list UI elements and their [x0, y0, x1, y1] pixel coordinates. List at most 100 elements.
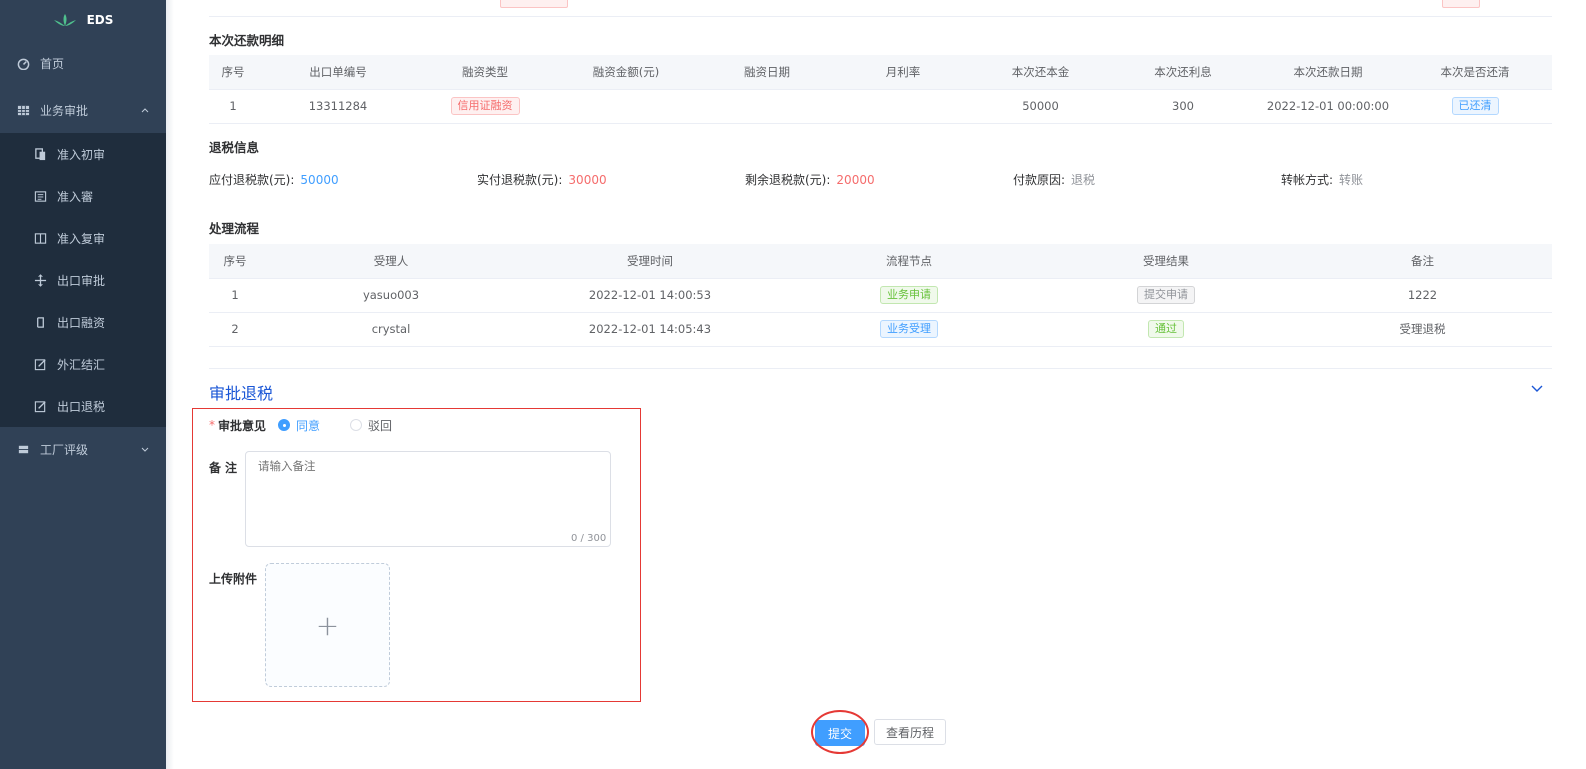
column-header: 本次是否还清	[1398, 55, 1552, 90]
sidebar-item-access-review[interactable]: 准入審	[0, 175, 166, 217]
cell-result: 提交申请	[1039, 278, 1293, 313]
list-icon	[33, 189, 47, 203]
cut-off-tag	[500, 0, 568, 8]
table-icon	[16, 103, 30, 117]
approval-section-title: 审批退税	[209, 384, 274, 403]
sidebar-item-label: 准入審	[57, 189, 94, 204]
radio-agree-label: 同意	[296, 418, 321, 433]
column-header: 本次还本金	[973, 55, 1108, 90]
table-row: 1 13311284 信用证融资 50000 300 2022-12-01 00…	[209, 89, 1552, 124]
sidebar-item-forex-settlement[interactable]: 外汇结汇	[0, 343, 166, 385]
node-tag: 业务受理	[880, 320, 938, 338]
sidebar-item-label: 外汇结汇	[57, 357, 106, 372]
financing-type-tag: 信用证融资	[450, 97, 520, 115]
column-header: 受理时间	[521, 244, 779, 279]
sidebar-item-business-approval[interactable]: 业务审批	[0, 89, 166, 131]
process-section-title: 处理流程	[209, 221, 260, 236]
cell-cleared: 已还清	[1398, 89, 1552, 124]
table-header-row: 序号 受理人 受理时间 流程节点 受理结果 备注	[209, 244, 1552, 279]
app-root: EDS 首页 业务审批 准入初审 准入審 准入复审 出口审批 出口融资 外汇结汇…	[0, 0, 1586, 769]
cell-handler: yasuo003	[261, 278, 521, 313]
sidebar-item-label: 业务审批	[40, 103, 89, 118]
radio-reject[interactable]: 驳回	[350, 417, 392, 434]
cell-note: 受理退税	[1293, 312, 1552, 347]
cell-repay-date: 2022-12-01 00:00:00	[1258, 89, 1398, 124]
logo-leaf-icon	[53, 14, 76, 26]
sidebar-item-home[interactable]: 首页	[0, 42, 166, 84]
cell-node: 业务受理	[779, 312, 1039, 347]
opinion-row: * 审批意见 同意 驳回	[209, 417, 392, 433]
column-header: 融资类型	[419, 55, 551, 90]
column-header: 序号	[209, 244, 261, 279]
column-header: 序号	[209, 55, 257, 90]
sidebar-item-label: 工厂评级	[40, 442, 89, 457]
logo[interactable]: EDS	[0, 0, 166, 40]
cell-no: 1	[209, 89, 257, 124]
cell-time: 2022-12-01 14:05:43	[521, 312, 779, 347]
sidebar-item-factory-rating[interactable]: 工厂评级	[0, 428, 166, 470]
refund-info-row: 应付退税款(元): 50000 实付退税款(元): 30000 剩余退税款(元): 2…	[209, 171, 1552, 187]
refund-method: 转帐方式: 转账	[1281, 171, 1363, 188]
cell-date	[701, 89, 833, 124]
chevron-up-icon	[141, 108, 149, 113]
table-row: 2 crystal 2022-12-01 14:05:43 业务受理 通过 受理…	[209, 312, 1552, 347]
upload-label: 上传附件	[209, 572, 258, 586]
view-history-button[interactable]: 查看历程	[874, 719, 946, 745]
result-tag: 提交申请	[1137, 286, 1195, 304]
refund-payable-label: 应付退税款(元):	[209, 173, 295, 187]
cell-type: 信用证融资	[419, 89, 551, 124]
repayment-table: 序号 出口单编号 融资类型 融资金额(元) 融资日期 月利率 本次还本金 本次还…	[209, 55, 1552, 124]
refund-remaining-value: 20000	[836, 173, 875, 187]
column-header: 融资金额(元)	[551, 55, 701, 90]
refund-payable-value: 50000	[300, 173, 339, 187]
refund-paid-value: 30000	[568, 173, 607, 187]
process-table: 序号 受理人 受理时间 流程节点 受理结果 备注 1 yasuo003 2022…	[209, 244, 1552, 347]
cell-principal: 50000	[973, 89, 1108, 124]
node-tag: 业务申请	[880, 286, 938, 304]
refund-method-value: 转账	[1339, 173, 1364, 187]
column-header: 本次还利息	[1108, 55, 1258, 90]
copy-icon	[33, 147, 47, 161]
refund-paid-label: 实付退税款(元):	[477, 173, 563, 187]
sidebar-item-export-financing[interactable]: 出口融资	[0, 301, 166, 343]
repayment-section-title: 本次还款明细	[209, 33, 285, 48]
section-divider	[209, 368, 1552, 369]
refund-remaining: 剩余退税款(元): 20000	[745, 171, 875, 188]
cell-no: 2	[209, 312, 261, 347]
refund-section-title: 退税信息	[209, 140, 260, 155]
refund-paid: 实付退税款(元): 30000	[477, 171, 607, 188]
radio-agree[interactable]: 同意	[278, 417, 320, 434]
remark-textarea[interactable]	[245, 451, 611, 547]
sidebar-shadow	[166, 0, 174, 769]
refund-payable: 应付退税款(元): 50000	[209, 171, 339, 188]
refund-reason-label: 付款原因:	[1013, 173, 1066, 187]
column-header: 融资日期	[701, 55, 833, 90]
column-header: 流程节点	[779, 244, 1039, 279]
cell-no: 1	[209, 278, 261, 313]
edit-icon	[33, 399, 47, 413]
column-header: 出口单编号	[257, 55, 419, 90]
upload-area[interactable]: +	[265, 563, 390, 687]
chevron-down-icon[interactable]	[1530, 384, 1544, 394]
radio-reject-dot[interactable]	[350, 419, 363, 431]
bracket-icon	[33, 315, 47, 329]
radio-agree-dot[interactable]	[278, 419, 291, 431]
column-header: 受理结果	[1039, 244, 1293, 279]
cell-handler: crystal	[261, 312, 521, 347]
opinion-label: 审批意见	[218, 418, 267, 433]
table-row: 1 yasuo003 2022-12-01 14:00:53 业务申请 提交申请…	[209, 278, 1552, 313]
sidebar-item-access-first-review[interactable]: 准入初审	[0, 133, 166, 175]
cell-rate	[833, 89, 973, 124]
submit-button[interactable]: 提交	[815, 720, 865, 746]
cell-amount	[551, 89, 701, 124]
cell-order: 13311284	[257, 89, 419, 124]
chevron-down-icon	[141, 447, 149, 452]
sidebar-item-export-approval[interactable]: 出口审批	[0, 259, 166, 301]
cell-time: 2022-12-01 14:00:53	[521, 278, 779, 313]
cleared-tag: 已还清	[1451, 97, 1499, 115]
sidebar-item-export-tax-refund[interactable]: 出口退税	[0, 385, 166, 427]
plus-icon: +	[315, 608, 340, 642]
sidebar-item-access-recheck[interactable]: 准入复审	[0, 217, 166, 259]
sidebar-item-label: 首页	[40, 56, 65, 71]
sidebar-item-label: 出口融资	[57, 315, 106, 330]
